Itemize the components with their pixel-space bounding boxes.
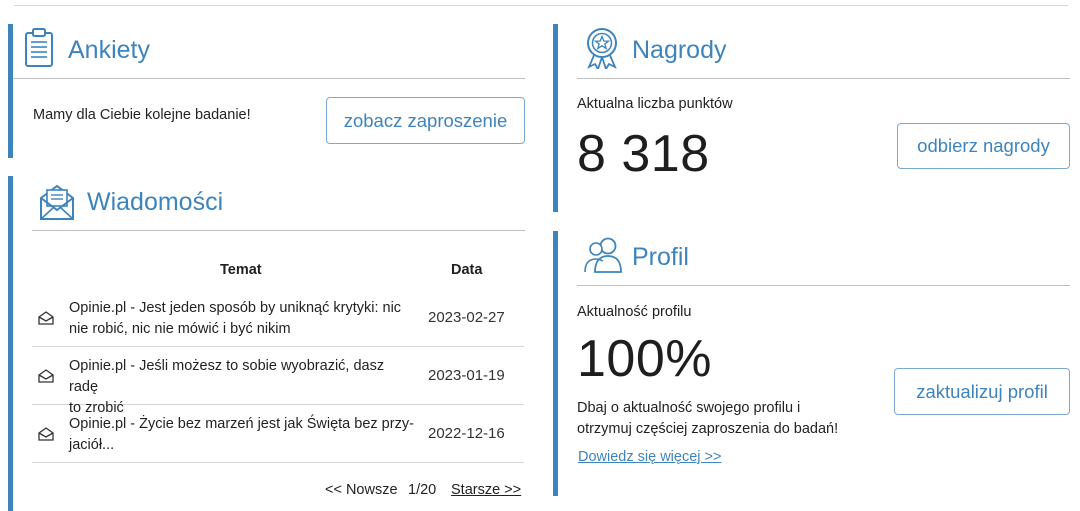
column-header-subject: Temat	[220, 262, 262, 278]
pager-newer[interactable]: << Nowsze	[325, 482, 398, 498]
profile-header: Profil	[577, 231, 1070, 286]
points-label: Aktualna liczba punktów	[577, 96, 733, 112]
view-invitation-button[interactable]: zobacz zaproszenie	[326, 97, 525, 144]
message-date: 2023-01-19	[428, 367, 505, 384]
learn-more-link[interactable]: Dowiedz się więcej >>	[578, 449, 721, 465]
messages-header: Wiadomości	[32, 176, 525, 231]
users-icon	[584, 237, 622, 273]
message-row[interactable]: Opinie.pl - Życie bez marzeń jest jak Św…	[32, 405, 524, 463]
surveys-title: Ankiety	[68, 36, 150, 64]
message-date: 2023-02-27	[428, 309, 505, 326]
envelope-open-icon	[38, 311, 54, 325]
message-date: 2022-12-16	[428, 425, 505, 442]
column-header-date: Data	[451, 262, 483, 278]
update-profile-button[interactable]: zaktualizuj profil	[894, 368, 1070, 415]
surveys-header: Ankiety	[13, 24, 525, 79]
rewards-title: Nagrody	[632, 36, 727, 64]
profile-hint-line2: otrzymuj częściej zaproszenia do badań!	[577, 421, 839, 437]
envelope-open-icon	[38, 369, 54, 383]
pager-page-indicator: 1/20	[408, 482, 437, 498]
message-subject[interactable]: Opinie.pl - Jest jeden sposób by uniknąć…	[69, 298, 414, 340]
clipboard-icon	[25, 28, 53, 67]
profile-status-label: Aktualność profilu	[577, 304, 692, 320]
message-row[interactable]: Opinie.pl - Jeśli możesz to sobie wyobra…	[32, 347, 524, 416]
profile-completion-value: 100%	[577, 330, 712, 388]
message-subject[interactable]: Opinie.pl - Życie bez marzeń jest jak Św…	[69, 414, 414, 456]
messages-title: Wiadomości	[87, 188, 224, 216]
envelope-icon	[40, 184, 74, 220]
surveys-panel: Ankiety Mamy dla Ciebie kolejne badanie!…	[8, 24, 525, 158]
award-ribbon-icon	[587, 28, 617, 69]
claim-rewards-button[interactable]: odbierz nagrody	[897, 123, 1070, 169]
profile-hint-line1: Dbaj o aktualność swojego profilu i	[577, 400, 801, 416]
rewards-panel: Nagrody Aktualna liczba punktów 8 318 od…	[553, 24, 1070, 212]
messages-accent-bar	[8, 176, 13, 511]
pager-older-link[interactable]: Starsze >>	[451, 482, 521, 498]
surveys-message: Mamy dla Ciebie kolejne badanie!	[33, 107, 251, 123]
message-row[interactable]: Opinie.pl - Jest jeden sposób by uniknąć…	[32, 289, 524, 347]
points-value: 8 318	[577, 125, 710, 183]
envelope-open-icon	[38, 427, 54, 441]
top-divider	[14, 5, 1068, 6]
profile-title: Profil	[632, 243, 689, 271]
rewards-header: Nagrody	[577, 24, 1070, 79]
